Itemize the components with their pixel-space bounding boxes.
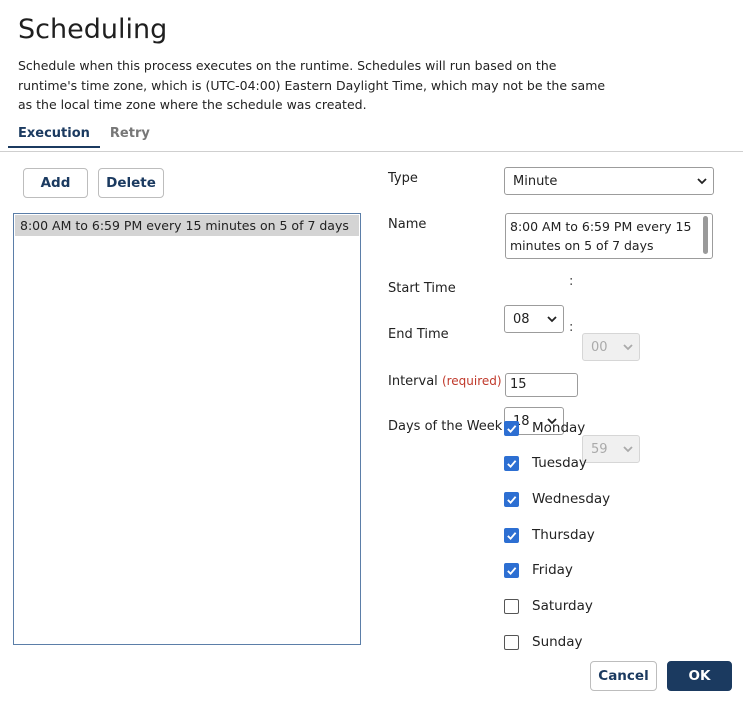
start-time-separator: : <box>569 274 574 289</box>
dialog-description: Schedule when this process executes on t… <box>18 58 606 112</box>
day-label-saturday[interactable]: Saturday <box>532 598 593 614</box>
end-minute-value: 59 <box>591 441 608 457</box>
check-icon <box>507 532 517 541</box>
interval-input[interactable]: 15 <box>505 373 578 397</box>
dialog-title: Scheduling <box>18 14 168 45</box>
check-icon <box>507 567 517 576</box>
tab-retry[interactable]: Retry <box>100 126 160 148</box>
cancel-button[interactable]: Cancel <box>590 661 657 691</box>
interval-label: Interval (required) <box>388 374 502 389</box>
start-hour-select[interactable]: 08 <box>504 305 564 333</box>
start-minute-value: 00 <box>591 339 608 355</box>
interval-label-text: Interval <box>388 374 438 389</box>
day-checkbox-monday[interactable] <box>504 421 519 436</box>
delete-button[interactable]: Delete <box>98 168 164 198</box>
check-icon <box>507 460 517 469</box>
end-time-label: End Time <box>388 327 449 342</box>
type-select[interactable]: Minute <box>504 167 714 195</box>
required-indicator: (required) <box>441 374 502 388</box>
add-button[interactable]: Add <box>23 168 88 198</box>
check-icon <box>507 425 517 434</box>
day-label-wednesday[interactable]: Wednesday <box>532 491 610 507</box>
ok-button[interactable]: OK <box>667 661 732 691</box>
day-label-tuesday[interactable]: Tuesday <box>532 455 587 471</box>
name-scrollbar[interactable] <box>703 216 708 254</box>
days-of-week-label: Days of the Week <box>388 419 503 434</box>
day-checkbox-saturday[interactable] <box>504 599 519 614</box>
chevron-down-icon <box>623 446 633 453</box>
start-time-label: Start Time <box>388 281 456 296</box>
chevron-down-icon <box>697 178 707 185</box>
day-label-sunday[interactable]: Sunday <box>532 634 583 650</box>
tab-execution[interactable]: Execution <box>8 126 100 148</box>
chevron-down-icon <box>623 344 633 351</box>
day-checkbox-wednesday[interactable] <box>504 492 519 507</box>
day-checkbox-sunday[interactable] <box>504 635 519 650</box>
day-label-friday[interactable]: Friday <box>532 562 573 578</box>
day-checkbox-thursday[interactable] <box>504 528 519 543</box>
chevron-down-icon <box>547 316 557 323</box>
day-label-monday[interactable]: Monday <box>532 420 585 436</box>
end-time-separator: : <box>569 320 574 335</box>
day-checkbox-friday[interactable] <box>504 563 519 578</box>
type-label: Type <box>388 171 418 186</box>
tab-bar: Execution Retry <box>8 126 160 148</box>
start-hour-value: 08 <box>513 311 530 327</box>
type-select-value: Minute <box>513 173 558 189</box>
name-label: Name <box>388 217 427 232</box>
day-label-thursday[interactable]: Thursday <box>532 527 595 543</box>
day-checkbox-tuesday[interactable] <box>504 456 519 471</box>
schedule-list[interactable]: 8:00 AM to 6:59 PM every 15 minutes on 5… <box>13 213 361 645</box>
start-minute-select: 00 <box>582 333 640 361</box>
check-icon <box>507 496 517 505</box>
name-textarea[interactable]: 8:00 AM to 6:59 PM every 15 minutes on 5… <box>505 213 713 259</box>
schedule-list-item[interactable]: 8:00 AM to 6:59 PM every 15 minutes on 5… <box>15 215 359 236</box>
tab-divider <box>0 151 743 152</box>
end-minute-select: 59 <box>582 435 640 463</box>
